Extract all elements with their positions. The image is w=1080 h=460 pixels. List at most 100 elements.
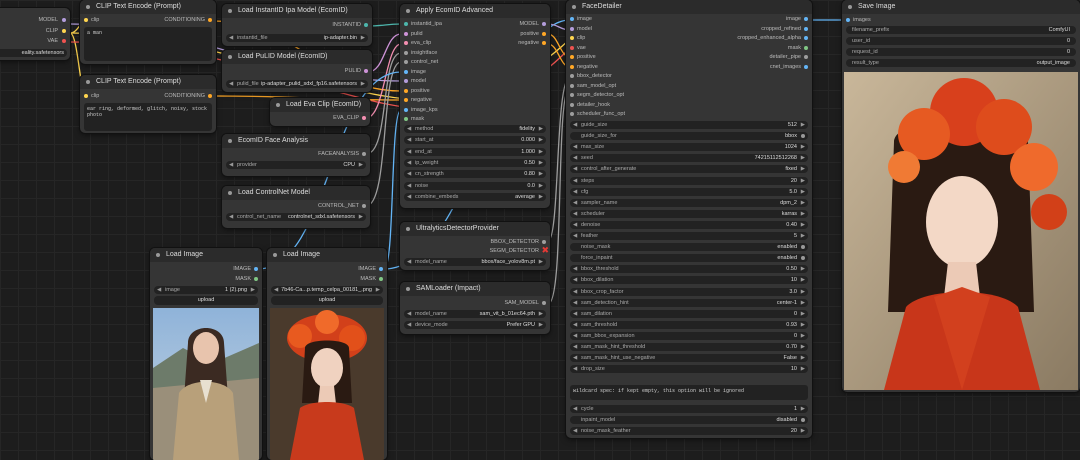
- output-pulid[interactable]: PULID: [345, 68, 361, 75]
- noise-mask-feather-widget[interactable]: ◀ noise_mask_feather 20 ▶: [570, 427, 808, 435]
- output-conditioning-dot[interactable]: [208, 94, 212, 98]
- scheduler-widget[interactable]: ◀ scheduler karras ▶: [570, 209, 808, 218]
- combine-embeds-widget[interactable]: ◀ combine_embeds average ▶: [404, 192, 546, 201]
- input-bbox-detector[interactable]: bbox_detector: [577, 73, 612, 80]
- bbox-threshold-widget[interactable]: ◀ bbox_threshold 0.50 ▶: [570, 265, 808, 274]
- increment-arrow-icon[interactable]: ▶: [801, 321, 805, 329]
- increment-arrow-icon[interactable]: ▶: [801, 165, 805, 173]
- output-faceanalysis-dot[interactable]: [362, 152, 366, 156]
- max-size-widget[interactable]: ◀ max_size 1024 ▶: [570, 143, 808, 152]
- output-bbox-detector-dot[interactable]: [542, 240, 546, 244]
- increment-arrow-icon[interactable]: ▶: [539, 159, 543, 167]
- input-clip-dot[interactable]: [84, 18, 88, 22]
- output-image-dot[interactable]: [254, 267, 258, 271]
- clip-text-encode-negative-node[interactable]: CLIP Text Encode (Prompt) clip CONDITION…: [80, 75, 216, 133]
- increment-arrow-icon[interactable]: ▶: [539, 136, 543, 144]
- seed-widget[interactable]: ◀ seed 742151125122​68 ▶: [570, 154, 808, 163]
- input-images-dot[interactable]: [846, 18, 850, 22]
- cn-strength-widget[interactable]: ◀ cn_strength 0.80 ▶: [404, 170, 546, 179]
- decrement-arrow-icon[interactable]: ◀: [407, 125, 411, 133]
- guide-size-for-widget[interactable]: guide_size_for bbox: [570, 132, 808, 141]
- output-control-net-dot[interactable]: [362, 204, 366, 208]
- output-cnet-images[interactable]: cnet_images: [770, 64, 801, 71]
- input-image[interactable]: image: [577, 16, 592, 23]
- decrement-arrow-icon[interactable]: ◀: [407, 193, 411, 201]
- prompt-textarea[interactable]: a man: [84, 27, 212, 61]
- output-mask[interactable]: MASK: [360, 276, 376, 283]
- load-image-node-1[interactable]: Load Image IMAGE MASK ◀ image 1 (2).png ▶ u…: [150, 248, 262, 460]
- output-faceanalysis[interactable]: FACEANALYSIS: [318, 151, 359, 158]
- increment-arrow-icon[interactable]: ▶: [801, 188, 805, 196]
- input-clip[interactable]: clip: [91, 17, 99, 24]
- input-image-kps-dot[interactable]: [404, 107, 408, 112]
- decrement-arrow-icon[interactable]: ◀: [573, 288, 577, 296]
- increment-arrow-icon[interactable]: ▶: [801, 288, 805, 296]
- increment-arrow-icon[interactable]: ▶: [801, 221, 805, 229]
- output-cropped-enhanced-alpha[interactable]: cropped_enhanced_alpha: [737, 35, 801, 42]
- increment-arrow-icon[interactable]: ▶: [801, 199, 805, 207]
- request-id-widget[interactable]: request_id 0: [846, 48, 1076, 56]
- save-image-node[interactable]: Save Image images filename_prefix ComfyUI…: [842, 0, 1080, 392]
- input-detailer-hook[interactable]: detailer_hook: [577, 102, 610, 109]
- prompt-textarea[interactable]: ear ring, deformed, glitch, noisy, stock…: [84, 103, 212, 131]
- decrement-arrow-icon[interactable]: ◀: [573, 188, 577, 196]
- increment-arrow-icon[interactable]: ▶: [801, 354, 805, 362]
- increment-arrow-icon[interactable]: ▶: [801, 343, 805, 351]
- apply-ecomid-advanced-node[interactable]: Apply EcomID Advanced instantid_ipa pulid…: [400, 4, 550, 208]
- noise-widget[interactable]: ◀ noise 0.0 ▶: [404, 181, 546, 190]
- feather-widget[interactable]: ◀ feather 5 ▶: [570, 232, 808, 240]
- sam-dilation-widget[interactable]: ◀ sam_dilation 0 ▶: [570, 309, 808, 318]
- output-image-dot[interactable]: [804, 17, 808, 21]
- output-mask[interactable]: mask: [788, 45, 801, 52]
- output-image[interactable]: image: [786, 16, 801, 23]
- decrement-arrow-icon[interactable]: ◀: [407, 182, 411, 190]
- increment-arrow-icon[interactable]: ▶: [539, 125, 543, 133]
- input-mask[interactable]: mask: [411, 116, 424, 123]
- input-segm-detector-opt-dot[interactable]: [570, 93, 574, 97]
- sam-detection-hint-widget[interactable]: ◀ sam_detection_hint center-1 ▶: [570, 298, 808, 307]
- decrement-arrow-icon[interactable]: ◀: [573, 354, 577, 362]
- decrement-arrow-icon[interactable]: ◀: [407, 148, 411, 156]
- output-cropped-enhanced-alpha-dot[interactable]: [804, 36, 808, 40]
- output-control-net[interactable]: CONTROL_NET: [318, 203, 359, 210]
- input-pulid-dot[interactable]: [404, 31, 408, 36]
- force-inpaint-widget[interactable]: force_inpaint enabled: [570, 254, 808, 263]
- input-model-dot[interactable]: [404, 79, 408, 83]
- output-negative-dot[interactable]: [542, 41, 546, 45]
- output-model[interactable]: MODEL: [38, 17, 58, 24]
- decrement-arrow-icon[interactable]: ◀: [573, 121, 577, 129]
- load-eva-clip-node[interactable]: Load Eva Clip (EcomID) EVA_CLIP: [270, 98, 370, 126]
- sam-model-name-widget[interactable]: ◀ model_name sam_vit_b_01ec64.pth ▶: [404, 310, 546, 318]
- increment-arrow-icon[interactable]: ▶: [801, 365, 805, 373]
- input-scheduler-func-opt[interactable]: scheduler_func_opt: [577, 111, 625, 118]
- toggle-indicator-icon[interactable]: [801, 418, 805, 422]
- toggle-indicator-icon[interactable]: [801, 134, 805, 139]
- output-mask-dot[interactable]: [379, 277, 383, 281]
- input-eva-clip-dot[interactable]: [404, 41, 408, 45]
- decrement-arrow-icon[interactable]: ◀: [573, 143, 577, 151]
- output-pulid-dot[interactable]: [364, 69, 368, 73]
- checkpoint-loader-node[interactable]: MODEL CLIP VAE eality.safetensors: [0, 8, 70, 60]
- input-images[interactable]: images: [853, 17, 871, 24]
- toggle-indicator-icon[interactable]: [801, 245, 805, 250]
- decrement-arrow-icon[interactable]: ◀: [573, 265, 577, 273]
- upload-button[interactable]: upload: [154, 296, 258, 305]
- input-image-dot[interactable]: [570, 17, 574, 21]
- face-analysis-node[interactable]: EcomID Face Analysis FACEANALYSIS ◀ provi…: [222, 134, 370, 176]
- decrement-arrow-icon[interactable]: ◀: [407, 136, 411, 144]
- input-segm-detector-opt[interactable]: segm_detector_opt: [577, 92, 624, 99]
- input-negative[interactable]: negative: [577, 64, 598, 71]
- decrement-arrow-icon[interactable]: ◀: [573, 177, 577, 185]
- decrement-arrow-icon[interactable]: ◀: [573, 332, 577, 340]
- increment-arrow-icon[interactable]: ▶: [801, 299, 805, 307]
- increment-arrow-icon[interactable]: ▶: [801, 154, 805, 162]
- wildcard-textarea[interactable]: wildcard spec: if kept empty, this optio…: [570, 385, 808, 400]
- upload-button[interactable]: upload: [271, 296, 383, 305]
- output-conditioning-dot[interactable]: [208, 18, 212, 22]
- input-insightface-dot[interactable]: [404, 50, 408, 55]
- input-control-net[interactable]: control_net: [411, 59, 438, 66]
- increment-arrow-icon[interactable]: ▶: [801, 121, 805, 129]
- cycle-widget[interactable]: ◀ cycle 1 ▶: [570, 405, 808, 413]
- input-clip[interactable]: clip: [91, 93, 99, 100]
- output-cropped-refined-dot[interactable]: [804, 26, 808, 31]
